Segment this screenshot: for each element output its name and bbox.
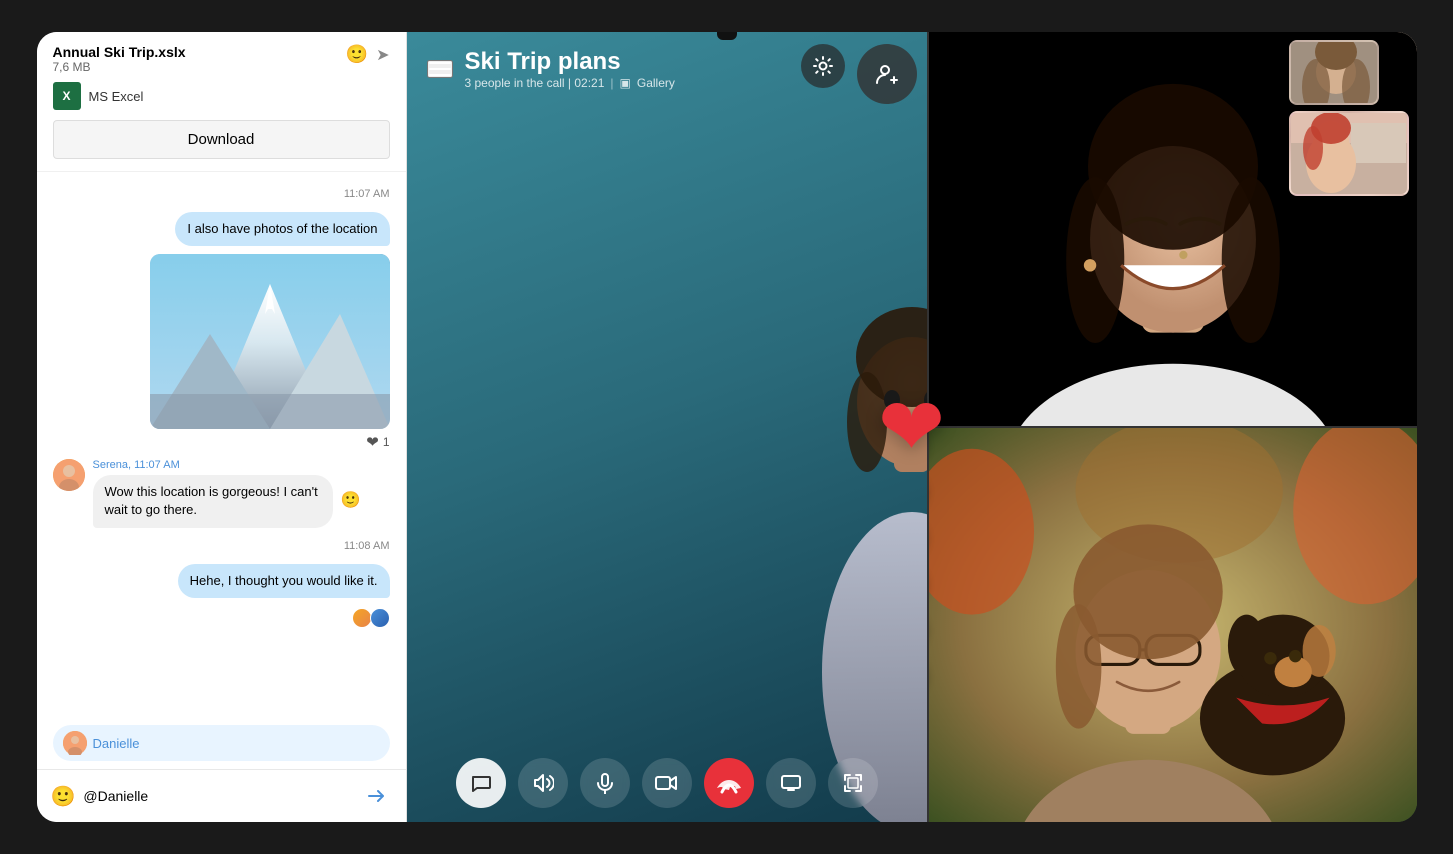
chat-input-area: 🙂 xyxy=(37,769,406,822)
message-received: Wow this location is gorgeous! I can't w… xyxy=(93,475,333,527)
settings-button[interactable] xyxy=(801,44,845,88)
view-mode-label: Gallery xyxy=(637,76,675,90)
device-notch xyxy=(717,32,737,40)
tiny-avatar-2 xyxy=(370,608,390,628)
device-frame: Annual Ski Trip.xslx 7,6 MB 🙂 ➤ X MS Exc… xyxy=(37,32,1417,822)
video-grid: 😢 😐 🙂 😄 👍 ❤️ ✕ ＋ xyxy=(927,32,1417,822)
screen-share-button[interactable] xyxy=(766,758,816,808)
file-attachment: Annual Ski Trip.xslx 7,6 MB 🙂 ➤ X MS Exc… xyxy=(37,32,406,172)
mention-badge[interactable]: Danielle xyxy=(53,725,390,761)
mini-video-2 xyxy=(1289,111,1409,196)
heart-reaction: ❤ xyxy=(366,433,379,451)
call-controls-top xyxy=(801,44,917,104)
end-call-button[interactable] xyxy=(704,758,754,808)
reaction-row[interactable]: ❤ 1 xyxy=(366,433,389,451)
forward-icon[interactable]: ➤ xyxy=(376,45,389,65)
call-people-count: 3 people in the call | 02:21 xyxy=(465,76,605,90)
seen-avatars xyxy=(352,608,390,628)
message-sent-1: I also have photos of the location xyxy=(175,212,389,246)
excel-icon: X xyxy=(53,82,81,110)
emoji-icon[interactable]: 🙂 xyxy=(346,44,368,65)
serena-avatar xyxy=(53,459,85,491)
mention-name: Danielle xyxy=(93,736,140,751)
fullscreen-button[interactable] xyxy=(828,758,878,808)
speaker-button[interactable] xyxy=(518,758,568,808)
call-subtitle: 3 people in the call | 02:21 | ▣ Gallery xyxy=(465,76,1397,90)
timestamp-1108: 11:08 AM xyxy=(53,540,390,552)
tiny-avatar-1 xyxy=(352,608,372,628)
file-type-label: MS Excel xyxy=(89,89,144,104)
video-button[interactable] xyxy=(642,758,692,808)
video-cell-bottom: 😢 😐 🙂 😄 👍 ❤️ ✕ ＋ xyxy=(929,426,1417,822)
download-button[interactable]: Download xyxy=(53,120,390,159)
view-mode-icon: ▣ xyxy=(620,76,631,90)
file-name: Annual Ski Trip.xslx xyxy=(53,44,346,60)
chat-button[interactable] xyxy=(456,758,506,808)
add-reaction-btn[interactable]: 🙂 xyxy=(341,490,361,512)
mention-avatar xyxy=(63,731,87,755)
menu-button[interactable] xyxy=(427,60,453,78)
chat-input[interactable] xyxy=(83,788,351,804)
emoji-picker-button[interactable]: 🙂 xyxy=(51,784,76,809)
chat-panel: Annual Ski Trip.xslx 7,6 MB 🙂 ➤ X MS Exc… xyxy=(37,32,407,822)
file-size: 7,6 MB xyxy=(53,60,346,74)
message-image[interactable] xyxy=(150,254,390,429)
add-person-button[interactable] xyxy=(857,44,917,104)
timestamp-1107: 11:07 AM xyxy=(53,188,390,200)
message-sent-2: Hehe, I thought you would like it. xyxy=(178,564,390,598)
chat-messages: 11:07 AM I also have photos of the locat… xyxy=(37,172,406,717)
mic-button[interactable] xyxy=(580,758,630,808)
reaction-count: 1 xyxy=(383,435,390,449)
heart-overlay: ❤ xyxy=(878,381,945,474)
sender-info: Serena, 11:07 AM xyxy=(93,459,333,471)
call-controls-bottom xyxy=(407,744,927,822)
send-button[interactable] xyxy=(360,780,392,812)
call-title: Ski Trip plans xyxy=(465,48,1397,76)
message-received-group: Serena, 11:07 AM Wow this location is go… xyxy=(53,459,390,527)
video-panel: Ski Trip plans 3 people in the call | 02… xyxy=(407,32,1417,822)
